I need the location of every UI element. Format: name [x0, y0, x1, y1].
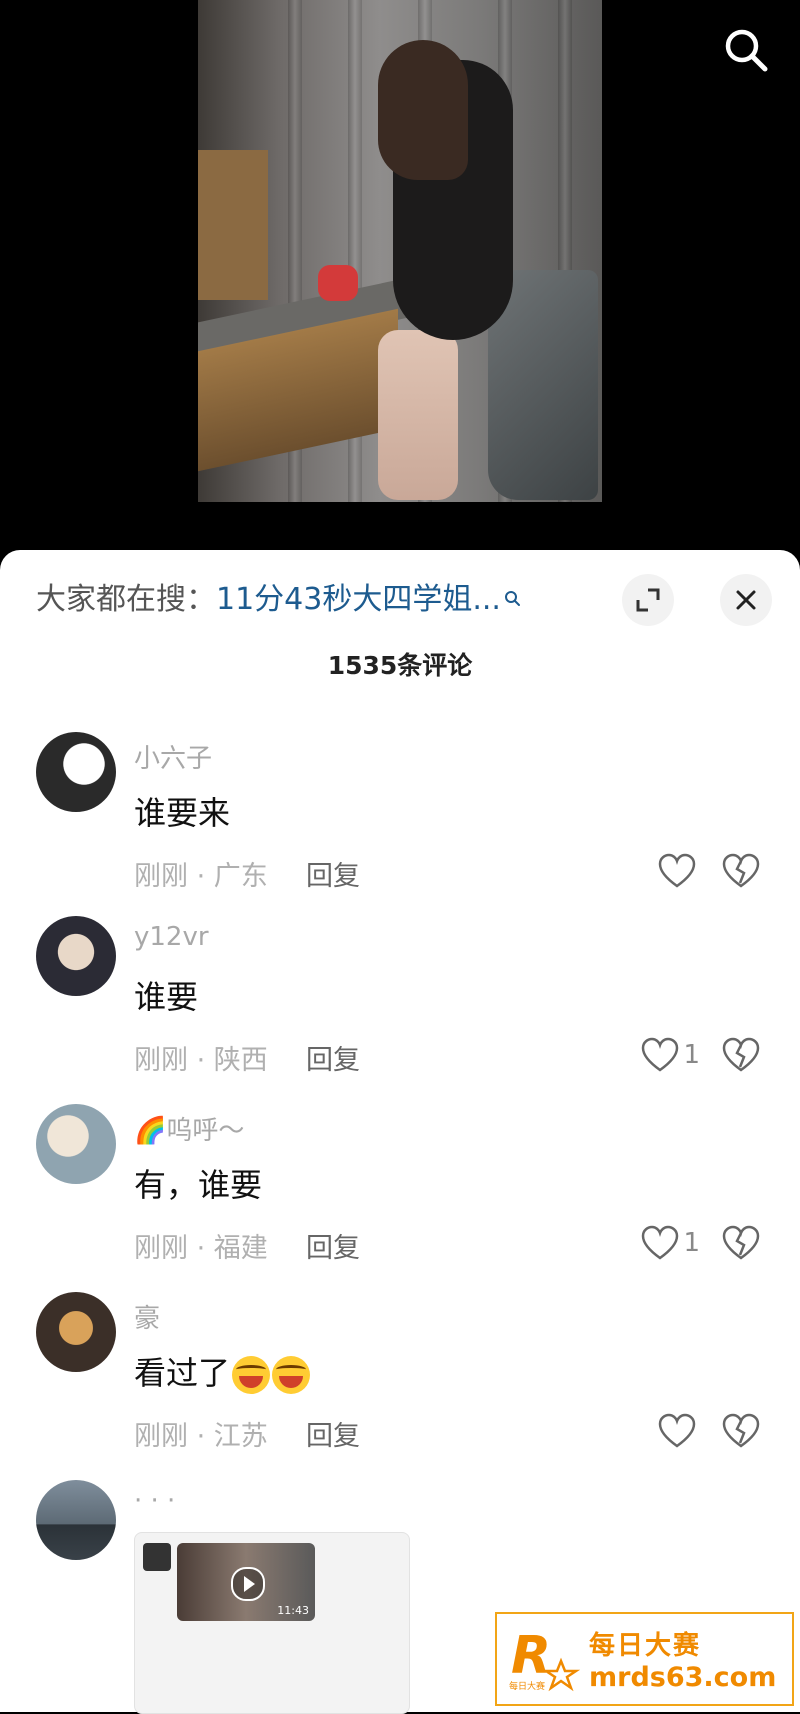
- search-suggestion[interactable]: 大家都在搜：11分43秒大四学姐...: [36, 580, 523, 620]
- laughing-crying-emoji-icon: [232, 1356, 271, 1394]
- media-duration: 11:43: [277, 1604, 309, 1617]
- like-button[interactable]: [610, 1406, 700, 1456]
- comment-meta: 刚刚 · 陕西: [134, 1045, 268, 1076]
- comment-meta: 刚刚 · 福建: [134, 1233, 268, 1264]
- heart-icon: [642, 1225, 679, 1260]
- comment-item: 豪 看过了 刚刚 · 江苏 回复: [0, 1292, 800, 1472]
- figure-legs: [378, 330, 458, 500]
- comment-username[interactable]: 豪: [134, 1298, 160, 1335]
- logo-letter: R: [511, 1626, 551, 1686]
- avatar[interactable]: [36, 732, 116, 812]
- comment-username[interactable]: · · ·: [134, 1486, 175, 1516]
- like-button[interactable]: 1: [610, 1030, 700, 1080]
- reply-button[interactable]: 回复: [306, 1414, 360, 1453]
- comment-media-card[interactable]: 11:43: [134, 1532, 410, 1714]
- like-button[interactable]: 1: [610, 1218, 700, 1268]
- broken-heart-icon: [722, 853, 760, 888]
- comment-username[interactable]: y12vr: [134, 922, 209, 952]
- comment-item: 小六子 谁要来 刚刚 · 广东 回复: [0, 732, 800, 912]
- comment-meta: 刚刚 · 广东: [134, 861, 268, 892]
- avatar[interactable]: [36, 1104, 116, 1184]
- like-button[interactable]: [610, 846, 700, 896]
- video-player[interactable]: [0, 0, 800, 560]
- laughing-crying-emoji-icon: [272, 1356, 311, 1394]
- broken-heart-icon: [722, 1037, 760, 1072]
- dislike-button[interactable]: [716, 1030, 766, 1080]
- watermark-text: 每日大赛 mrds63.com: [589, 1625, 776, 1693]
- heart-icon: [658, 1413, 696, 1448]
- heart-icon: [642, 1037, 679, 1072]
- search-icon: [725, 29, 768, 72]
- search-hint-label: 大家都在搜：: [36, 582, 216, 617]
- comment-item: 🌈呜呼～ 有，谁要 刚刚 · 福建 回复 1: [0, 1104, 800, 1284]
- comment-text: 有，谁要: [134, 1166, 263, 1204]
- avatar[interactable]: [36, 916, 116, 996]
- comment-count: 1535条评论: [327, 651, 473, 680]
- like-count: 1: [683, 1040, 700, 1070]
- broken-heart-icon: [722, 1225, 760, 1260]
- reply-button[interactable]: 回复: [306, 1038, 360, 1077]
- reply-button[interactable]: 回复: [306, 1226, 360, 1265]
- media-video-thumbnail[interactable]: 11:43: [177, 1543, 315, 1621]
- heart-icon: [658, 853, 696, 888]
- comment-meta: 刚刚 · 江苏: [134, 1421, 268, 1452]
- comment-username[interactable]: 小六子: [134, 738, 212, 775]
- avatar[interactable]: [36, 1480, 116, 1560]
- reply-button[interactable]: 回复: [306, 854, 360, 893]
- dislike-button[interactable]: [716, 1218, 766, 1268]
- search-icon: [503, 580, 523, 620]
- wood-panel: [198, 150, 268, 300]
- dislike-button[interactable]: [716, 846, 766, 896]
- dislike-button[interactable]: [716, 1406, 766, 1456]
- video-frame[interactable]: [198, 0, 602, 502]
- comment-username[interactable]: 🌈呜呼～: [134, 1110, 244, 1147]
- comment-text: 谁要来: [134, 794, 231, 832]
- expand-icon: [636, 588, 660, 612]
- figure-hair: [378, 40, 468, 180]
- watermark: R 每日大赛 每日大赛 mrds63.com: [495, 1612, 794, 1706]
- close-button[interactable]: [720, 574, 772, 626]
- comment-text-content: 看过了: [134, 1354, 231, 1392]
- close-icon: [736, 590, 756, 610]
- play-icon: [231, 1567, 265, 1601]
- comment-text: 谁要: [134, 978, 199, 1016]
- watermark-logo: R 每日大赛: [503, 1619, 583, 1699]
- logo-small-text: 每日大赛: [509, 1680, 545, 1692]
- avatar[interactable]: [36, 1292, 116, 1372]
- search-button[interactable]: [718, 22, 774, 78]
- sheet-header: 大家都在搜：11分43秒大四学姐...: [0, 550, 800, 630]
- comment-item: y12vr 谁要 刚刚 · 陕西 回复 1: [0, 916, 800, 1096]
- like-count: 1: [683, 1228, 700, 1258]
- expand-button[interactable]: [622, 574, 674, 626]
- watermark-title: 每日大赛: [589, 1631, 702, 1661]
- broken-heart-icon: [722, 1413, 760, 1448]
- bag: [318, 265, 358, 301]
- search-query-link[interactable]: 11分43秒大四学姐...: [216, 582, 501, 617]
- watermark-url: mrds63.com: [589, 1662, 777, 1693]
- media-thumbnail-small: [143, 1543, 171, 1571]
- comment-text: 看过了: [134, 1348, 311, 1394]
